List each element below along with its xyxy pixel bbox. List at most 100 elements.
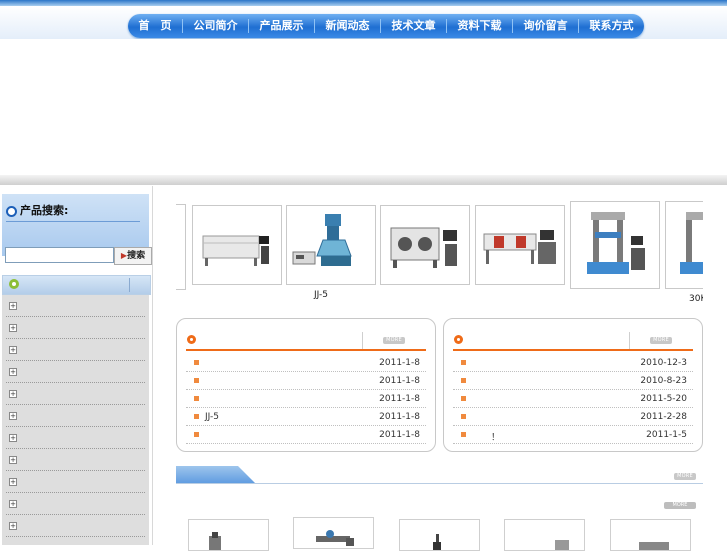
bullet-icon <box>194 396 199 401</box>
nav-articles[interactable]: 技术文章 <box>380 19 446 33</box>
product-card[interactable] <box>475 205 565 285</box>
news-row[interactable]: 2011-1-8 <box>186 354 426 372</box>
category-item[interactable]: + <box>6 427 145 449</box>
product-image <box>202 235 269 266</box>
news-row[interactable]: 2011-1-8 <box>186 390 426 408</box>
bullet-icon <box>461 432 466 437</box>
news-row[interactable]: 2011-5-20 <box>453 390 693 408</box>
product-card[interactable] <box>380 205 470 285</box>
section-icon <box>454 335 463 344</box>
product-card[interactable] <box>570 201 660 289</box>
plus-icon: + <box>9 390 17 398</box>
main-nav: 首 页 公司简介 产品展示 新闻动态 技术文章 资料下载 询价留言 联系方式 <box>128 14 644 38</box>
plus-icon: + <box>9 346 17 354</box>
bullet-icon <box>194 414 199 419</box>
news-date: 2010-8-23 <box>640 376 687 386</box>
product-card[interactable] <box>665 201 703 289</box>
product-image <box>209 532 221 550</box>
search-title: 产品搜索: <box>6 202 68 218</box>
category-item[interactable]: + <box>6 405 145 427</box>
nav-about[interactable]: 公司简介 <box>182 19 248 33</box>
plus-icon: + <box>9 368 17 376</box>
category-item[interactable]: + <box>6 515 145 537</box>
divider <box>176 483 703 484</box>
bullet-icon <box>461 360 466 365</box>
news-row[interactable]: 2011-1-8 <box>186 426 426 444</box>
category-item[interactable]: + <box>6 383 145 405</box>
nav-inquiry[interactable]: 询价留言 <box>512 19 578 33</box>
more-button[interactable]: MORE <box>383 337 405 344</box>
section-tab <box>176 466 256 484</box>
nav-contact[interactable]: 联系方式 <box>578 19 644 33</box>
nav-downloads[interactable]: 资料下载 <box>446 19 512 33</box>
product-thumb[interactable] <box>293 517 374 549</box>
more-button[interactable]: MORE <box>650 337 672 344</box>
search-button[interactable]: ▶搜索 <box>114 247 152 265</box>
nav-news[interactable]: 新闻动态 <box>314 19 380 33</box>
news-date: 2011-1-8 <box>379 376 420 386</box>
news-date: 2011-1-8 <box>379 394 420 404</box>
news-date: 2011-1-8 <box>379 430 420 440</box>
news-row[interactable]: 2011-1-8 <box>186 372 426 390</box>
category-item[interactable]: + <box>6 295 145 317</box>
plus-icon: + <box>9 434 17 442</box>
category-item[interactable]: + <box>6 493 145 515</box>
nav-products[interactable]: 产品展示 <box>248 19 314 33</box>
product-image <box>390 227 457 268</box>
category-item[interactable]: + <box>6 471 145 493</box>
nav-home[interactable]: 首 页 <box>128 19 182 33</box>
section-header: MORE <box>176 466 703 484</box>
product-image <box>639 542 669 550</box>
news-panel-right: MORE 2010-12-3 2010-8-23 2011-5-20 2011-… <box>443 318 703 452</box>
search-input[interactable] <box>5 247 114 263</box>
sidebar: 产品搜索: ▶搜索 + + + + + + + + + + + <box>0 186 153 545</box>
product-thumb[interactable] <box>188 519 269 551</box>
product-thumb[interactable] <box>399 519 480 551</box>
product-card[interactable] <box>192 205 282 285</box>
divider <box>453 349 693 351</box>
bullet-icon <box>461 378 466 383</box>
category-item[interactable]: + <box>6 361 145 383</box>
plus-icon: + <box>9 412 17 420</box>
news-date: 2010-12-3 <box>640 358 687 368</box>
plus-icon: + <box>9 302 17 310</box>
bullet-icon <box>194 432 199 437</box>
product-card[interactable] <box>286 205 376 285</box>
product-thumb[interactable] <box>504 519 585 551</box>
product-card[interactable] <box>176 204 186 290</box>
news-row[interactable]: 2010-8-23 <box>453 372 693 390</box>
product-image <box>292 214 352 266</box>
divider <box>186 349 426 351</box>
product-image <box>483 230 556 264</box>
bullet-icon <box>194 360 199 365</box>
news-row[interactable]: ！ 2011-1-5 <box>453 426 693 444</box>
product-search-box: 产品搜索: ▶搜索 <box>2 194 152 265</box>
category-item[interactable]: + <box>6 449 145 471</box>
product-image <box>555 540 569 550</box>
divider-bar <box>0 175 727 185</box>
category-item[interactable]: + <box>6 339 145 361</box>
bullet-icon <box>194 378 199 383</box>
product-caption: JJ-5 <box>314 290 328 300</box>
plus-icon: + <box>9 478 17 486</box>
news-row[interactable]: 2011-2-28 <box>453 408 693 426</box>
category-list: + + + + + + + + + + + <box>2 295 149 545</box>
divider <box>6 221 140 222</box>
news-row[interactable]: JJ-5 2011-1-8 <box>186 408 426 426</box>
news-date: 2011-2-28 <box>640 412 687 422</box>
news-panel-left: MORE 2011-1-8 2011-1-8 2011-1-8 JJ-5 2011… <box>176 318 436 452</box>
product-image <box>680 212 703 274</box>
category-item[interactable]: + <box>6 317 145 339</box>
plus-icon: + <box>9 456 17 464</box>
product-thumb[interactable] <box>610 519 691 551</box>
more-button[interactable]: MORE <box>674 473 696 480</box>
section-icon <box>187 335 196 344</box>
search-button-label: 搜索 <box>127 251 146 261</box>
bullet-icon <box>461 414 466 419</box>
more-button[interactable]: MORE <box>664 502 696 509</box>
product-image <box>587 212 645 274</box>
news-row[interactable]: 2010-12-3 <box>453 354 693 372</box>
bullet-icon <box>461 396 466 401</box>
news-list: 2011-1-8 2011-1-8 2011-1-8 JJ-5 2011-1-8 … <box>186 354 426 444</box>
divider <box>629 332 630 349</box>
